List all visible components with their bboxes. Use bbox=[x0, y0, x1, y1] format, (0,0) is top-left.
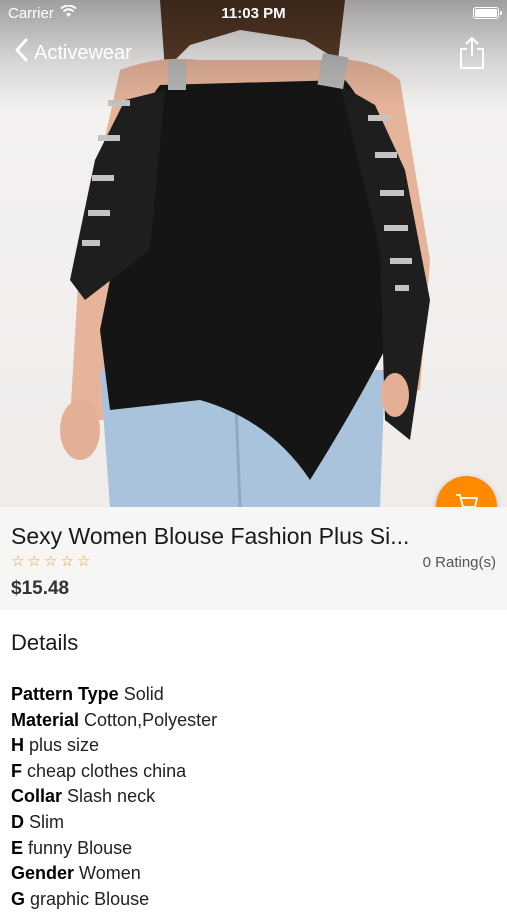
spec-key: Collar bbox=[11, 786, 63, 807]
spec-value: Slim bbox=[29, 811, 65, 832]
details-heading: Details bbox=[11, 630, 79, 655]
product-price: $15.48 bbox=[11, 578, 70, 599]
spec-value: Solid bbox=[123, 684, 164, 704]
star-icon: ☆ bbox=[43, 553, 58, 570]
product-image bbox=[0, 0, 507, 507]
star-icon: ☆ bbox=[76, 553, 91, 570]
spec-key: G bbox=[11, 888, 26, 909]
share-button[interactable] bbox=[459, 36, 485, 75]
spec-row: Gender Women bbox=[11, 861, 217, 887]
back-button[interactable]: Activewear bbox=[14, 38, 132, 68]
spec-row: Pattern Type Solid bbox=[11, 682, 217, 708]
spec-row: Collar Slash neck bbox=[11, 784, 217, 810]
spec-row: H plus size bbox=[11, 733, 217, 759]
share-icon bbox=[459, 36, 485, 74]
chevron-left-icon bbox=[14, 38, 28, 68]
star-icon: ☆ bbox=[27, 553, 41, 570]
details-section: Details Pattern Type Solid Material Cott… bbox=[0, 610, 507, 909]
ratings-count[interactable]: 0 Rating(s) bbox=[423, 554, 496, 571]
spec-list: Pattern Type Solid Material Cotton,Polye… bbox=[11, 682, 217, 912]
spec-row: F cheap clothes china bbox=[11, 759, 217, 785]
status-time: 11:03 PM bbox=[221, 5, 286, 22]
spec-row: G graphic Blouse bbox=[11, 887, 217, 912]
spec-value: cheap clothes china bbox=[27, 760, 187, 781]
spec-key: D bbox=[11, 811, 24, 832]
spec-key: F bbox=[11, 760, 22, 781]
spec-value: funny Blouse bbox=[28, 837, 133, 858]
spec-value: Slash neck bbox=[67, 786, 156, 807]
spec-row: E funny Blouse bbox=[11, 836, 217, 862]
star-icon: ☆ bbox=[60, 553, 74, 570]
spec-key: Gender bbox=[11, 863, 75, 884]
spec-value: Cotton,Polyester bbox=[84, 709, 218, 730]
spec-value: Women bbox=[79, 863, 141, 884]
spec-value: graphic Blouse bbox=[30, 888, 150, 909]
product-info-panel: Sexy Women Blouse Fashion Plus Si... ☆ ☆… bbox=[0, 507, 507, 610]
status-bar: Carrier 11:03 PM bbox=[0, 0, 507, 28]
spec-row: D Slim bbox=[11, 810, 217, 836]
spec-key: H bbox=[11, 735, 24, 756]
spec-key: Pattern Type bbox=[11, 684, 119, 704]
product-title: Sexy Women Blouse Fashion Plus Si... bbox=[11, 523, 410, 549]
navigation-bar: Activewear bbox=[0, 34, 507, 74]
spec-key: E bbox=[11, 837, 24, 858]
rating-stars: ☆ ☆ ☆ ☆ ☆ bbox=[11, 552, 90, 570]
battery-icon bbox=[473, 7, 502, 19]
back-button-label: Activewear bbox=[34, 41, 132, 64]
star-icon: ☆ bbox=[11, 553, 25, 570]
spec-value: plus size bbox=[29, 735, 100, 756]
spec-key: Material bbox=[11, 709, 80, 730]
spec-row: Material Cotton,Polyester bbox=[11, 708, 217, 734]
